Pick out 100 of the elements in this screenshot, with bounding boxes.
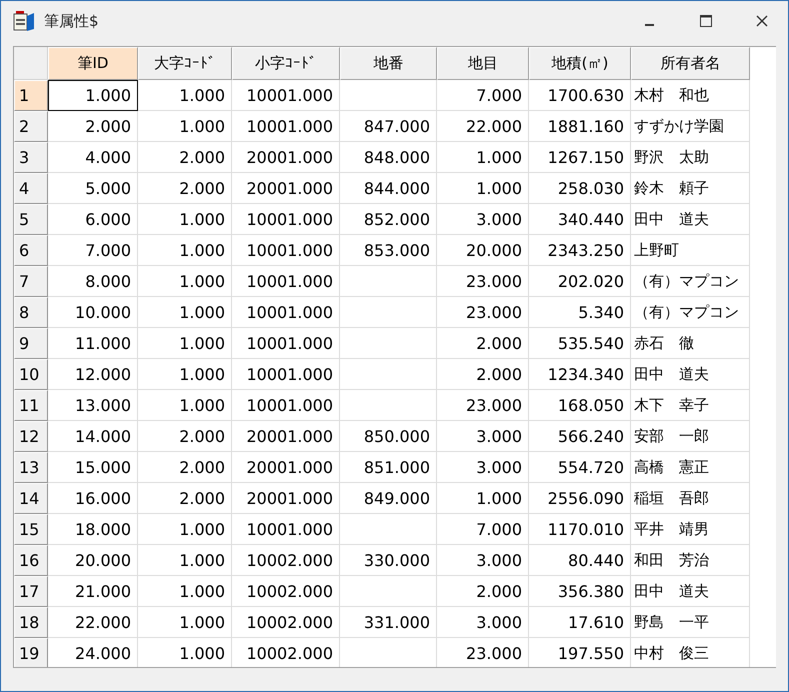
table-cell: 853.000 (340, 235, 437, 266)
table-cell: 3.000 (437, 452, 529, 483)
column-header[interactable]: 地番 (340, 47, 437, 80)
table-cell: 10001.000 (232, 297, 340, 328)
table-cell: 844.000 (340, 173, 437, 204)
table-cell: 1.000 (138, 204, 232, 235)
table-cell: 850.000 (340, 421, 437, 452)
table-cell: 23.000 (437, 266, 529, 297)
table-cell: 1.000 (437, 483, 529, 514)
table-cell: 20.000 (437, 235, 529, 266)
row-header[interactable]: 12 (14, 421, 48, 452)
table-cell: 7.000 (437, 80, 529, 111)
table-cell: 847.000 (340, 111, 437, 142)
table-cell: （有）マプコン (631, 266, 750, 297)
row-header[interactable]: 3 (14, 142, 48, 173)
table-cell: 1881.160 (529, 111, 631, 142)
close-icon[interactable] (756, 15, 768, 27)
row-header[interactable]: 1 (14, 80, 48, 111)
table-cell: 852.000 (340, 204, 437, 235)
table-cell: 3.000 (437, 421, 529, 452)
table-cell: 20.000 (48, 545, 138, 576)
table-cell: 1.000 (138, 111, 232, 142)
table-cell: 1234.340 (529, 359, 631, 390)
table-cell: （有）マプコン (631, 297, 750, 328)
table-cell: 22.000 (48, 607, 138, 638)
row-header[interactable]: 4 (14, 173, 48, 204)
table-cell: 赤石 徹 (631, 328, 750, 359)
table-cell: 1.000 (138, 576, 232, 607)
row-header[interactable]: 9 (14, 328, 48, 359)
table-cell: 168.050 (529, 390, 631, 421)
column-header[interactable]: 所有者名 (631, 47, 750, 80)
table-cell: 12.000 (48, 359, 138, 390)
table-cell: 16.000 (48, 483, 138, 514)
table-cell: 17.610 (529, 607, 631, 638)
table-cell: 10001.000 (232, 111, 340, 142)
table-cell: 野沢 太助 (631, 142, 750, 173)
row-header[interactable]: 16 (14, 545, 48, 576)
column-header[interactable]: 小字ｺｰﾄﾞ (232, 47, 340, 80)
table-cell: 木村 和也 (631, 80, 750, 111)
row-header[interactable]: 11 (14, 390, 48, 421)
table-cell: 1170.010 (529, 514, 631, 545)
row-header[interactable]: 6 (14, 235, 48, 266)
maximize-icon[interactable] (700, 15, 712, 27)
table-cell: 10001.000 (232, 514, 340, 545)
table-cell: 2.000 (48, 111, 138, 142)
table-cell: 安部 一郎 (631, 421, 750, 452)
column-header[interactable]: 大字ｺｰﾄﾞ (138, 47, 232, 80)
table-cell: 1.000 (138, 545, 232, 576)
column-header[interactable]: 地目 (437, 47, 529, 80)
table-cell: 356.380 (529, 576, 631, 607)
table-cell: 1.000 (48, 80, 138, 111)
table-cell: 10001.000 (232, 80, 340, 111)
row-header[interactable]: 18 (14, 607, 48, 638)
table-cell: 10001.000 (232, 266, 340, 297)
table-cell: 15.000 (48, 452, 138, 483)
row-header[interactable]: 5 (14, 204, 48, 235)
table-cell: 554.720 (529, 452, 631, 483)
table-cell: 2556.090 (529, 483, 631, 514)
table-cell: 21.000 (48, 576, 138, 607)
table-cell: 木下 幸子 (631, 390, 750, 421)
table-cell: 10001.000 (232, 359, 340, 390)
table-cell: 1.000 (437, 173, 529, 204)
table-cell: 1.000 (138, 328, 232, 359)
table-cell: 202.020 (529, 266, 631, 297)
table-cell: 20001.000 (232, 452, 340, 483)
table-cell: 18.000 (48, 514, 138, 545)
row-header[interactable]: 17 (14, 576, 48, 607)
table-cell: 10001.000 (232, 235, 340, 266)
row-header[interactable]: 14 (14, 483, 48, 514)
table-cell: 1.000 (138, 638, 232, 667)
table-cell: 3.000 (437, 204, 529, 235)
table-cell: 1.000 (437, 142, 529, 173)
table-cell: 2.000 (138, 142, 232, 173)
table-cell: 20001.000 (232, 421, 340, 452)
table-cell: 5.340 (529, 297, 631, 328)
table-cell: 14.000 (48, 421, 138, 452)
table-cell: 1.000 (138, 80, 232, 111)
table-cell: 10.000 (48, 297, 138, 328)
row-header[interactable]: 8 (14, 297, 48, 328)
table-cell: 10001.000 (232, 204, 340, 235)
window-title: 筆属性$ (44, 12, 99, 30)
table-cell: 1.000 (138, 607, 232, 638)
column-header[interactable]: 地積(㎡) (529, 47, 631, 80)
row-header[interactable]: 10 (14, 359, 48, 390)
table-cell: 11.000 (48, 328, 138, 359)
table-cell: 5.000 (48, 173, 138, 204)
column-header[interactable]: 筆ID (48, 47, 138, 80)
table-cell: 340.440 (529, 204, 631, 235)
row-header[interactable]: 15 (14, 514, 48, 545)
table-cell: 10002.000 (232, 576, 340, 607)
table-cell: 2343.250 (529, 235, 631, 266)
row-header[interactable]: 19 (14, 638, 48, 667)
row-header[interactable]: 13 (14, 452, 48, 483)
table-cell: 2.000 (437, 576, 529, 607)
table-cell: 20001.000 (232, 483, 340, 514)
row-header[interactable]: 7 (14, 266, 48, 297)
table-cell: 鈴木 頼子 (631, 173, 750, 204)
table-cell: 1267.150 (529, 142, 631, 173)
row-header[interactable]: 2 (14, 111, 48, 142)
table-cell: 1.000 (138, 235, 232, 266)
